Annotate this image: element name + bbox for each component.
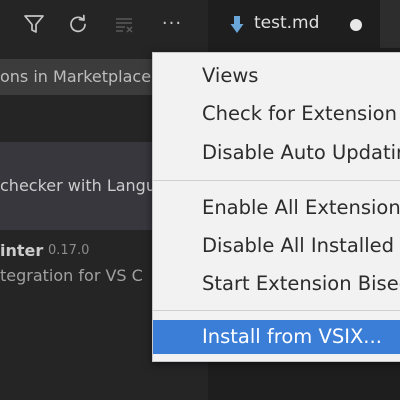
menu-separator [153, 180, 400, 181]
menu-item-start-extension-bisect[interactable]: Start Extension Bisec [153, 267, 400, 301]
menu-separator [153, 310, 400, 311]
vscode-window: ··· ons in Marketplace checker with Lang… [0, 0, 400, 400]
more-actions-label: ··· [161, 13, 183, 34]
tab-bar-background [380, 0, 400, 48]
tab-label: test.md [254, 13, 320, 33]
extension-description: checker with Langu [0, 176, 156, 195]
extensions-more-actions-menu: Views Check for Extension U Disable Auto… [152, 52, 400, 362]
refresh-icon[interactable] [64, 10, 92, 38]
menu-item-disable-auto-updating[interactable]: Disable Auto Updatin [153, 136, 400, 170]
unsaved-indicator-icon[interactable] [350, 19, 362, 31]
menu-item-disable-all-installed-extensions[interactable]: Disable All Installed E [153, 229, 400, 263]
clear-results-icon [110, 10, 138, 38]
menu-item-install-from-vsix[interactable]: Install from VSIX... [153, 320, 400, 354]
extension-version: 0.17.0 [48, 243, 90, 258]
filter-icon[interactable] [20, 10, 48, 38]
more-actions-icon[interactable]: ··· [158, 10, 186, 38]
extension-name: inter [0, 241, 44, 260]
menu-item-enable-all-extensions[interactable]: Enable All Extension [153, 191, 400, 225]
editor-tab[interactable]: test.md [208, 0, 380, 49]
menu-item-check-for-extension-updates[interactable]: Check for Extension U [153, 97, 400, 131]
extension-description: tegration for VS C [0, 266, 143, 285]
menu-item-views[interactable]: Views [153, 59, 400, 93]
markdown-arrow-icon [230, 16, 244, 33]
